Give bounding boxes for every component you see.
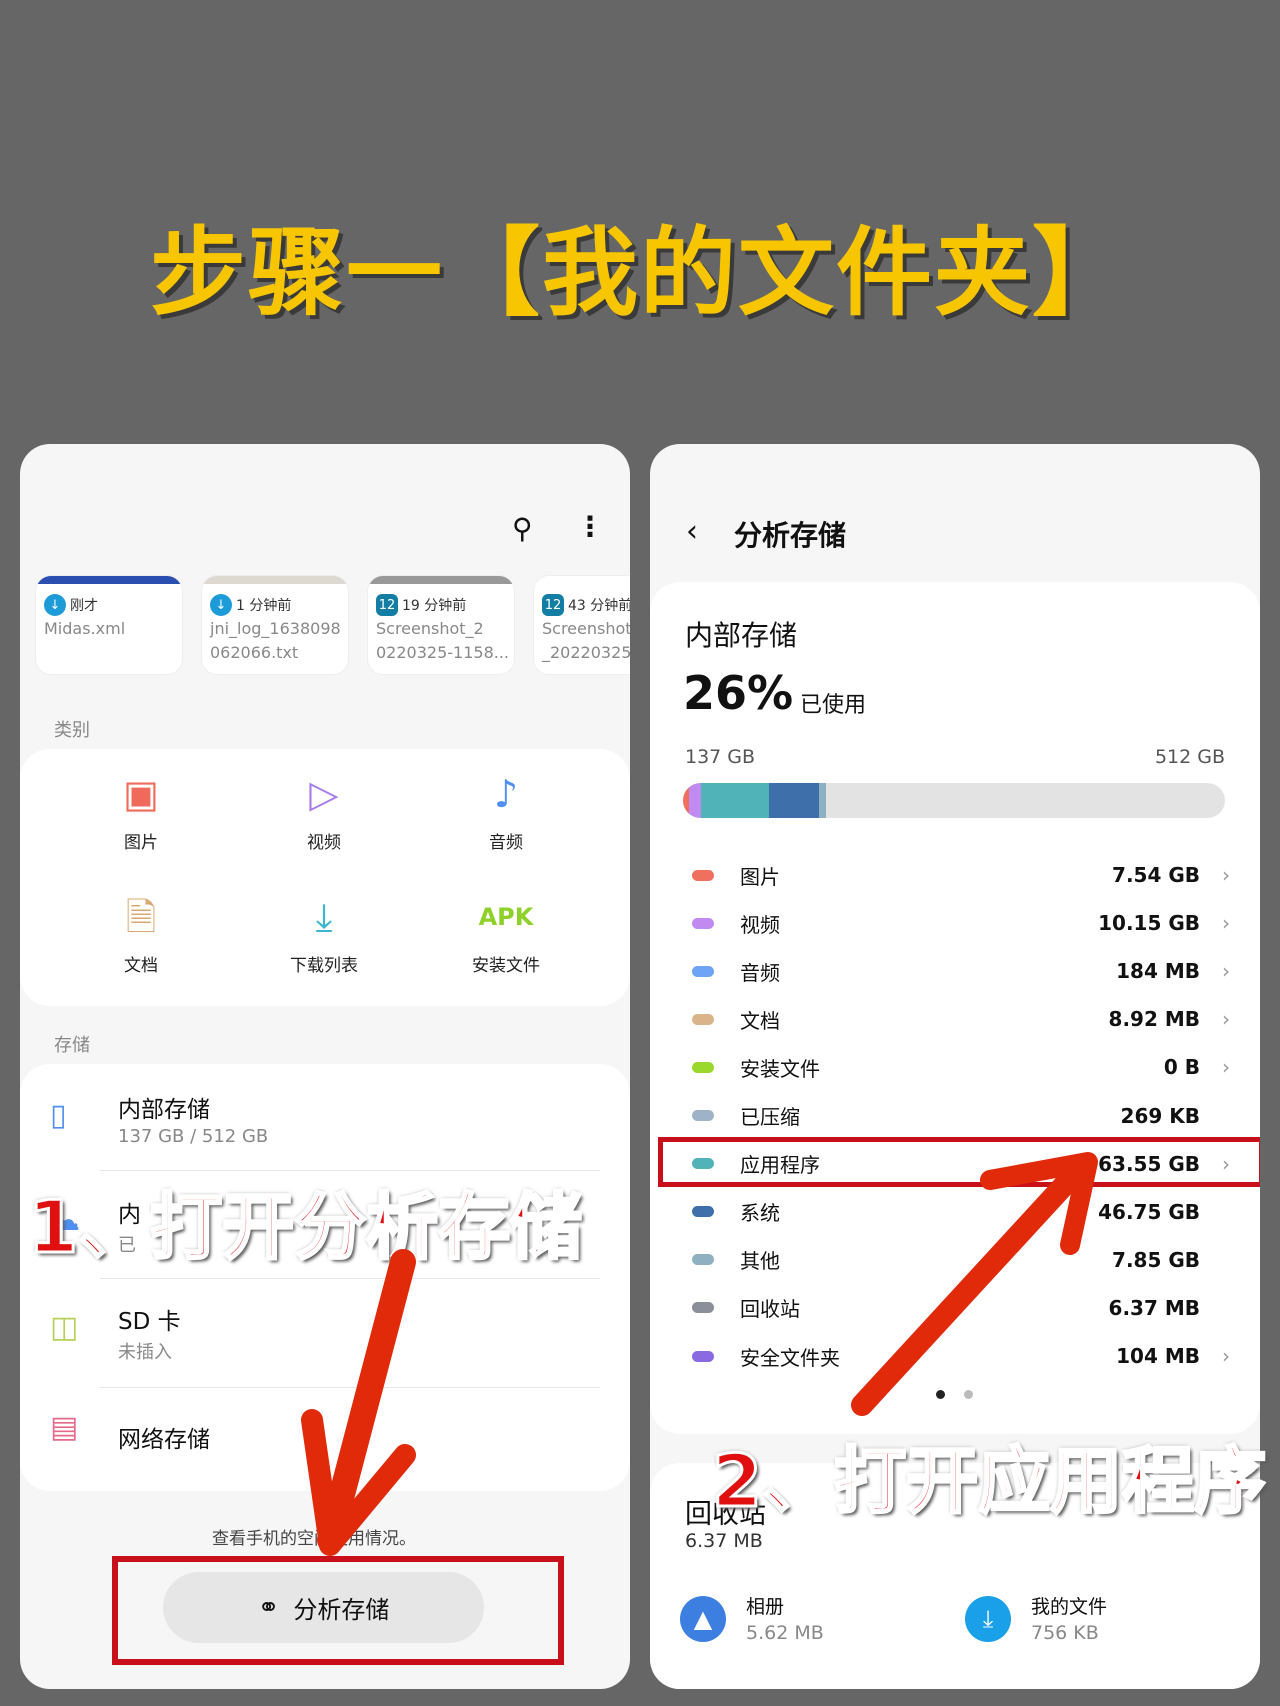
arrows: [301, 1152, 1098, 1556]
arrow-down-icon: [301, 1249, 416, 1556]
arrow-up-icon: [851, 1152, 1098, 1416]
